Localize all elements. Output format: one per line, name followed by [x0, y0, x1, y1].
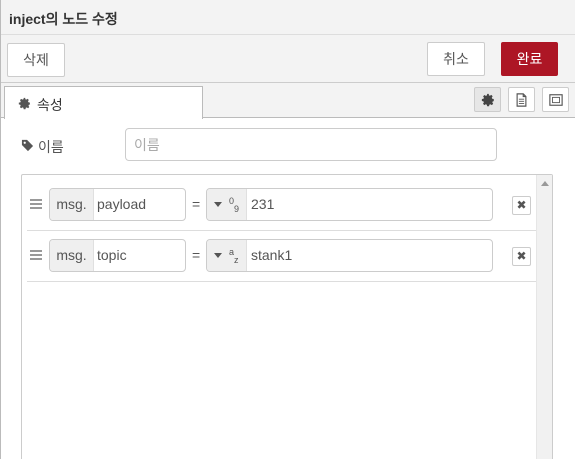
type-select-button[interactable]: 09 — [207, 189, 247, 220]
edit-tray: inject의 노드 수정 삭제 취소 완료 속성 이름 이름 msg. pay… — [0, 0, 575, 459]
property-value-field[interactable]: 09 231 — [206, 188, 493, 221]
scroll-up-arrow-icon[interactable] — [541, 181, 549, 186]
tray-title: inject의 노드 수정 — [9, 9, 118, 29]
tab-appearance-button[interactable] — [542, 87, 569, 112]
gear-icon — [481, 93, 495, 107]
tab-settings-button[interactable] — [474, 87, 501, 112]
tray-header: inject의 노드 수정 — [1, 0, 575, 35]
caret-down-icon — [214, 202, 222, 207]
caret-down-icon — [214, 253, 222, 258]
file-icon — [516, 93, 527, 107]
name-input[interactable] — [125, 128, 497, 161]
equals-sign: = — [192, 247, 201, 263]
window-icon — [549, 94, 563, 106]
tab-properties-label: 속성 — [37, 97, 63, 113]
property-name-value: payload — [97, 196, 147, 212]
property-name-field[interactable]: msg. payload — [49, 188, 186, 221]
property-name-field[interactable]: msg. topic — [49, 239, 186, 272]
title-suffix: 의 노드 수정 — [45, 11, 118, 27]
gear-icon — [18, 97, 31, 110]
tab-bar: 속성 — [1, 83, 575, 119]
tab-description-button[interactable] — [508, 87, 535, 112]
type-select-button[interactable]: az — [207, 240, 247, 271]
delete-button[interactable]: 삭제 — [7, 43, 65, 77]
tab-properties[interactable]: 속성 — [4, 86, 203, 119]
number-type-icon: 09 — [229, 196, 240, 214]
property-name-value: topic — [97, 247, 127, 263]
property-row: msg. payload = 09 231 ✖ — [27, 180, 537, 231]
list-scrollbar[interactable] — [536, 175, 552, 459]
tray-toolbar: 삭제 취소 완료 — [1, 35, 575, 83]
property-row: msg. topic = az stank1 ✖ — [27, 231, 537, 282]
property-value: 231 — [251, 196, 275, 212]
remove-row-button[interactable]: ✖ — [512, 196, 531, 215]
done-button[interactable]: 완료 — [501, 42, 558, 76]
remove-row-button[interactable]: ✖ — [512, 247, 531, 266]
equals-sign: = — [192, 196, 201, 212]
msg-prefix: msg. — [50, 189, 94, 220]
cancel-button[interactable]: 취소 — [427, 42, 485, 76]
property-value: stank1 — [251, 247, 293, 263]
name-label-text: 이름 — [38, 139, 64, 155]
property-list[interactable]: msg. payload = 09 231 ✖ msg. topic = a z… — [21, 174, 553, 459]
tag-icon — [21, 139, 34, 152]
msg-prefix: msg. — [50, 240, 94, 271]
property-value-field[interactable]: az stank1 — [206, 239, 493, 272]
drag-handle-icon[interactable] — [30, 250, 42, 261]
drag-handle-icon[interactable] — [30, 199, 42, 210]
title-node-type: inject — [9, 11, 46, 27]
string-type-icon: az — [229, 247, 239, 265]
